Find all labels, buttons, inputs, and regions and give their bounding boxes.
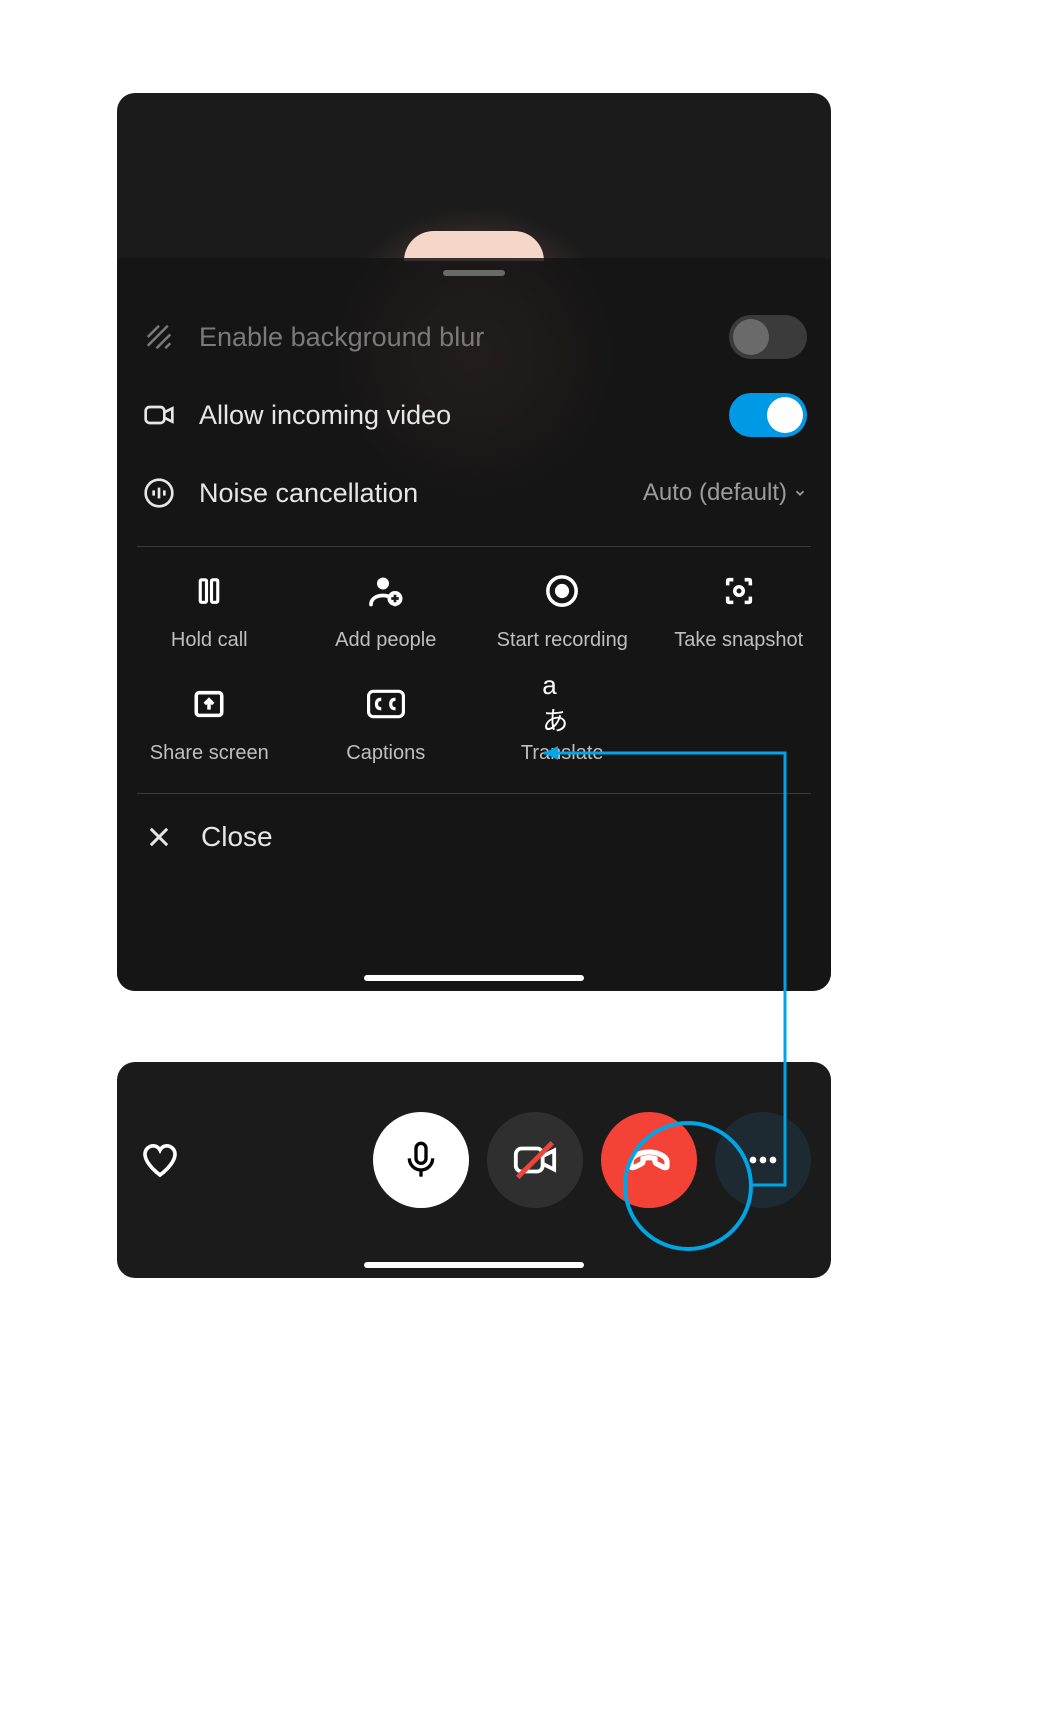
chevron-down-icon (793, 486, 807, 500)
divider-2 (137, 793, 811, 794)
start-recording-button[interactable]: Start recording (474, 571, 651, 652)
camera-button[interactable] (487, 1112, 583, 1208)
more-options-button[interactable] (715, 1112, 811, 1208)
captions-label: Captions (346, 742, 425, 765)
pause-icon (189, 571, 229, 611)
microphone-icon (401, 1140, 441, 1180)
hold-call-button[interactable]: Hold call (121, 571, 298, 652)
record-label: Start recording (497, 629, 628, 652)
video-icon (141, 397, 177, 433)
add-person-icon (366, 571, 406, 611)
close-icon (141, 819, 177, 855)
close-label: Close (201, 821, 273, 853)
background-blur-row: Enable background blur (117, 298, 831, 376)
home-indicator[interactable] (364, 975, 584, 981)
translate-label: Translate (521, 742, 604, 765)
end-call-button[interactable] (601, 1112, 697, 1208)
noise-cancel-row[interactable]: Noise cancellation Auto (default) (117, 454, 831, 532)
snapshot-label: Take snapshot (674, 629, 803, 652)
translate-button[interactable]: aあ Translate (474, 684, 651, 765)
options-sheet: Enable background blur Allow incoming vi… (117, 258, 831, 991)
action-grid: Hold call Add people (117, 547, 831, 765)
ellipsis-icon (743, 1140, 783, 1180)
hold-call-label: Hold call (171, 629, 248, 652)
avatar-partial (404, 231, 544, 261)
add-people-button[interactable]: Add people (298, 571, 475, 652)
noise-value-text: Auto (default) (643, 479, 787, 507)
noise-label: Noise cancellation (199, 478, 643, 509)
translate-icon: aあ (542, 684, 582, 724)
blur-label: Enable background blur (199, 322, 729, 353)
video-label: Allow incoming video (199, 400, 729, 431)
add-people-label: Add people (335, 629, 436, 652)
call-options-sheet: Enable background blur Allow incoming vi… (117, 93, 831, 991)
close-button[interactable]: Close (117, 798, 831, 876)
react-button[interactable] (137, 1137, 183, 1183)
share-screen-label: Share screen (150, 742, 269, 765)
take-snapshot-button[interactable]: Take snapshot (651, 571, 828, 652)
noise-value[interactable]: Auto (default) (643, 479, 807, 507)
mute-button[interactable] (373, 1112, 469, 1208)
captions-icon (366, 684, 406, 724)
video-off-icon (512, 1137, 558, 1183)
hangup-icon (625, 1136, 673, 1184)
blur-icon (141, 319, 177, 355)
share-screen-icon (189, 684, 229, 724)
call-controls-bar (117, 1062, 831, 1278)
home-indicator-2[interactable] (364, 1262, 584, 1268)
snapshot-icon (719, 571, 759, 611)
captions-button[interactable]: Captions (298, 684, 475, 765)
incoming-video-row: Allow incoming video (117, 376, 831, 454)
share-screen-button[interactable]: Share screen (121, 684, 298, 765)
incoming-video-toggle[interactable] (729, 393, 807, 437)
sheet-grabber[interactable] (443, 270, 505, 276)
record-icon (542, 571, 582, 611)
blur-toggle[interactable] (729, 315, 807, 359)
noise-icon (141, 475, 177, 511)
